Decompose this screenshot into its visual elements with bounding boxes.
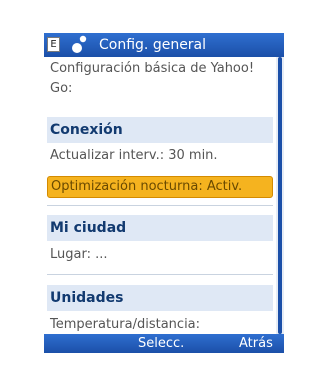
- title-bar: E Config. general: [44, 33, 284, 57]
- select-softkey[interactable]: Selecc.: [138, 335, 184, 352]
- scrollbar[interactable]: [276, 57, 284, 334]
- back-softkey[interactable]: Atrás: [239, 335, 273, 352]
- setting-location[interactable]: Lugar: ...: [47, 245, 273, 265]
- window-title: Config. general: [99, 37, 207, 53]
- section-divider: [47, 274, 273, 275]
- setting-update-interval[interactable]: Actualizar interv.: 30 min.: [47, 146, 273, 166]
- intro-text-line-2: Go:: [50, 81, 73, 96]
- section-header-my-city: Mi ciudad: [47, 215, 273, 241]
- section-header-units: Unidades: [47, 285, 273, 311]
- section-header-connection: Conexión: [47, 117, 273, 143]
- section-divider: [47, 205, 273, 206]
- input-mode-indicator: E: [47, 37, 60, 52]
- intro-text-line-1: Configuración básica de Yahoo!: [50, 61, 255, 76]
- scrollbar-thumb[interactable]: [278, 57, 282, 334]
- settings-list: Configuración básica de Yahoo! Go: Conex…: [44, 57, 276, 334]
- softkey-bar: Selecc. Atrás: [44, 334, 284, 353]
- setting-temperature-distance[interactable]: Temperatura/distancia:: [47, 315, 273, 334]
- yahoo-go-icon: [72, 35, 87, 53]
- phone-screen: E Config. general Configuración básica d…: [44, 33, 284, 353]
- setting-night-optimization[interactable]: Optimización nocturna: Activ.: [47, 176, 273, 198]
